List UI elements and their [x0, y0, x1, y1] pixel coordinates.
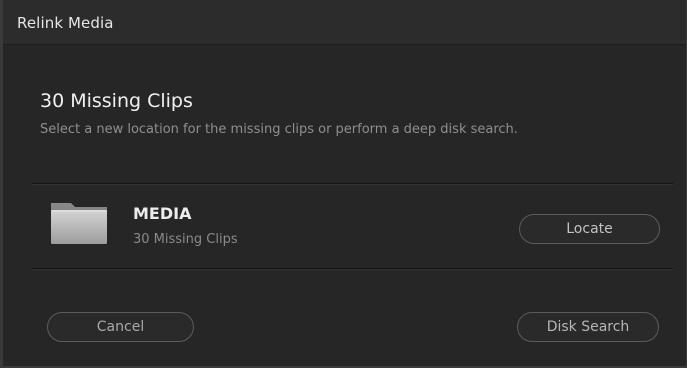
- dialog-description: Select a new location for the missing cl…: [40, 122, 518, 137]
- disk-search-button[interactable]: Disk Search: [517, 312, 659, 342]
- title-bar[interactable]: Relink Media: [3, 0, 686, 45]
- window-title: Relink Media: [17, 14, 114, 32]
- relink-media-dialog: Relink Media 30 Missing Clips Select a n…: [0, 0, 687, 368]
- divider-bottom: [32, 268, 673, 270]
- folder-icon: [49, 201, 109, 245]
- folder-name: MEDIA: [133, 204, 192, 223]
- locate-button[interactable]: Locate: [519, 214, 660, 244]
- cancel-button[interactable]: Cancel: [47, 312, 194, 342]
- folder-missing-count: 30 Missing Clips: [133, 232, 238, 247]
- missing-clips-heading: 30 Missing Clips: [40, 90, 193, 112]
- divider-top: [32, 183, 673, 185]
